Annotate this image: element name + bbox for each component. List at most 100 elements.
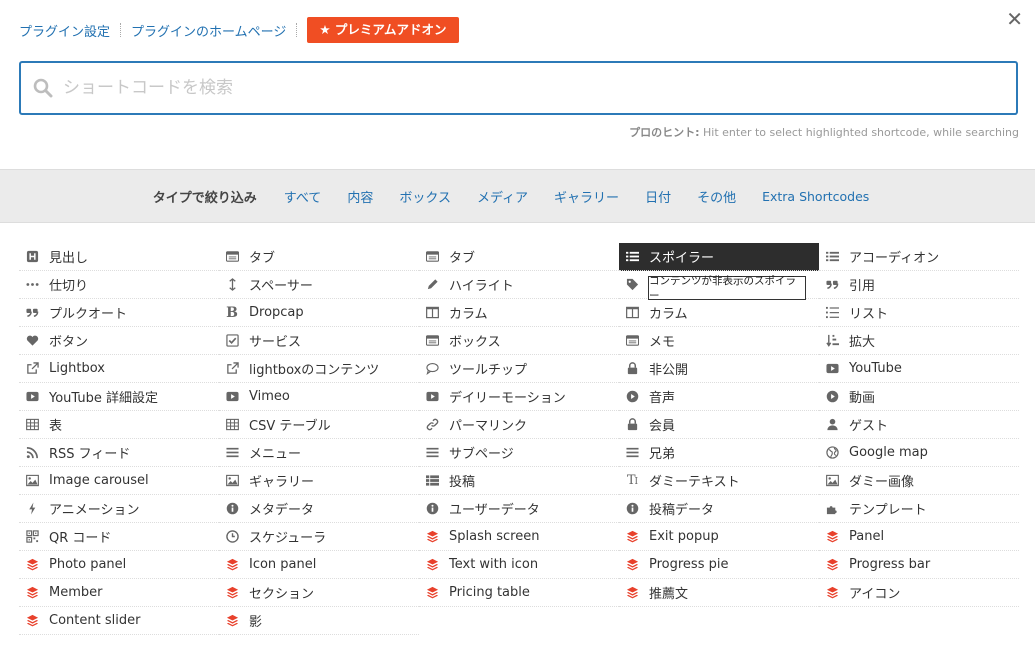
shortcode-label: メタデータ (249, 503, 315, 518)
shortcode-label: Vimeo (249, 389, 290, 404)
shortcode-item[interactable]: カラム (619, 299, 819, 327)
shortcode-item[interactable]: メニュー (219, 439, 419, 467)
shortcode-item[interactable]: スケジューラ (219, 523, 419, 551)
shortcode-item[interactable]: 仕切り (19, 271, 219, 299)
plugin-settings-link[interactable]: プラグイン設定 (19, 21, 110, 40)
shortcode-item[interactable]: サービス (219, 327, 419, 355)
shortcode-item[interactable]: ツールチップ (419, 355, 619, 383)
shortcode-item[interactable]: lightboxのコンテンツ (219, 355, 419, 383)
shortcode-item[interactable]: Content slider (19, 607, 219, 635)
shortcode-item[interactable]: Icon panel (219, 551, 419, 579)
shortcode-item[interactable]: 投稿 (419, 467, 619, 495)
shortcode-item[interactable]: CSV テーブル (219, 411, 419, 439)
shortcode-item[interactable]: 拡大 (819, 327, 1019, 355)
filter-media[interactable]: メディア (477, 187, 528, 206)
shortcode-item[interactable]: ギャラリー (219, 467, 419, 495)
shortcode-item[interactable]: YouTube (819, 355, 1019, 383)
shortcode-item[interactable]: 推薦文 (619, 579, 819, 607)
shortcode-item[interactable]: Text with icon (419, 551, 619, 579)
shortcode-item[interactable]: 会員 (619, 411, 819, 439)
shortcode-item[interactable]: サブページ (419, 439, 619, 467)
shortcode-label: ギャラリー (249, 475, 315, 490)
shortcode-item[interactable]: Splash screen (419, 523, 619, 551)
shortcode-item[interactable]: タブ (419, 243, 619, 271)
shortcode-item[interactable]: Progress bar (819, 551, 1019, 579)
heading-icon (25, 250, 39, 264)
shortcode-label: Exit popup (649, 529, 719, 544)
shortcode-item[interactable]: 表 (19, 411, 219, 439)
shortcode-item[interactable]: パーマリンク (419, 411, 619, 439)
filter-content[interactable]: 内容 (347, 187, 373, 206)
layers-icon (225, 558, 239, 572)
shortcode-item[interactable]: ボタン (19, 327, 219, 355)
shortcode-item[interactable]: 見出し (19, 243, 219, 271)
shortcode-item[interactable]: アコーディオン (819, 243, 1019, 271)
top-links: プラグイン設定 プラグインのホームページ ★ プレミアムアドオン (19, 17, 459, 43)
shortcode-item[interactable]: Vimeo (219, 383, 419, 411)
quote-icon (825, 278, 839, 292)
box-icon (425, 334, 439, 348)
shortcode-label: サブページ (449, 447, 514, 462)
bars-icon (625, 446, 639, 460)
filter-extra-shortcodes[interactable]: Extra Shortcodes (762, 189, 869, 204)
shortcode-item[interactable]: プルクオート (19, 299, 219, 327)
shortcode-item[interactable]: Image carousel (19, 467, 219, 495)
shortcode-item[interactable]: 引用 (819, 271, 1019, 299)
shortcode-item[interactable]: Progress pie (619, 551, 819, 579)
shortcode-item[interactable]: テンプレート (819, 495, 1019, 523)
shortcode-item[interactable]: 影 (219, 607, 419, 635)
shortcode-item[interactable]: ゲスト (819, 411, 1019, 439)
shortcode-item[interactable]: 投稿データ (619, 495, 819, 523)
shortcode-item[interactable]: ボックス (419, 327, 619, 355)
shortcode-item[interactable]: アイコン (819, 579, 1019, 607)
shortcode-item[interactable]: スポイラー (619, 243, 819, 271)
shortcode-item[interactable]: Member (19, 579, 219, 607)
shortcode-item[interactable]: リスト (819, 299, 1019, 327)
shortcode-item[interactable]: YouTube 詳細設定 (19, 383, 219, 411)
shortcode-item[interactable]: QR コード (19, 523, 219, 551)
shortcode-item[interactable]: ユーザーデータ (419, 495, 619, 523)
shortcode-label: RSS フィード (49, 447, 131, 462)
filter-box[interactable]: ボックス (399, 187, 451, 206)
shortcode-item[interactable]: セクション (219, 579, 419, 607)
shortcode-label: Content slider (49, 613, 141, 628)
filter-other[interactable]: その他 (697, 187, 736, 206)
shortcode-item[interactable]: 音声 (619, 383, 819, 411)
filter-all[interactable]: すべて (284, 187, 322, 206)
shortcode-item[interactable]: B Dropcap (219, 299, 419, 327)
shortcode-item[interactable]: メタデータ (219, 495, 419, 523)
filter-gallery[interactable]: ギャラリー (554, 187, 619, 206)
shortcode-item[interactable]: RSS フィード (19, 439, 219, 467)
search-box (19, 61, 1018, 115)
premium-addons-button[interactable]: ★ プレミアムアドオン (307, 17, 459, 43)
shortcode-item[interactable]: Panel (819, 523, 1019, 551)
shortcode-label: Pricing table (449, 585, 530, 600)
shortcode-item[interactable]: 兄弟 (619, 439, 819, 467)
shortcode-item[interactable]: 動画 (819, 383, 1019, 411)
shortcode-item[interactable]: カラム (419, 299, 619, 327)
rss-icon (25, 446, 39, 460)
shortcode-item[interactable]: Pricing table (419, 579, 619, 607)
shortcode-item[interactable]: アニメーション (19, 495, 219, 523)
plugin-homepage-link[interactable]: プラグインのホームページ (131, 21, 286, 40)
shortcode-label: 非公開 (649, 363, 689, 378)
shortcode-item[interactable]: Lightbox (19, 355, 219, 383)
shortcode-item[interactable]: タブ (219, 243, 419, 271)
shortcode-item[interactable]: Google map (819, 439, 1019, 467)
shortcode-item[interactable]: メモ (619, 327, 819, 355)
shortcode-label: タブ (249, 251, 276, 266)
shortcode-label: スポイラー (649, 251, 715, 266)
shortcode-item[interactable]: Exit popup (619, 523, 819, 551)
shortcode-item[interactable]: ダミー画像 (819, 467, 1019, 495)
shortcode-item[interactable]: デイリーモーション (419, 383, 619, 411)
layers-icon (25, 586, 39, 600)
shortcode-item[interactable]: Photo panel (19, 551, 219, 579)
close-icon[interactable]: ✕ (1006, 7, 1023, 31)
search-input[interactable] (61, 77, 985, 99)
filter-date[interactable]: 日付 (645, 187, 671, 206)
shortcode-item[interactable]: スペーサー (219, 271, 419, 299)
shortcode-item[interactable]: 非公開 (619, 355, 819, 383)
shortcode-item[interactable]: TI ダミーテキスト (619, 467, 819, 495)
list-icon (625, 250, 639, 264)
shortcode-item[interactable]: ハイライト (419, 271, 619, 299)
